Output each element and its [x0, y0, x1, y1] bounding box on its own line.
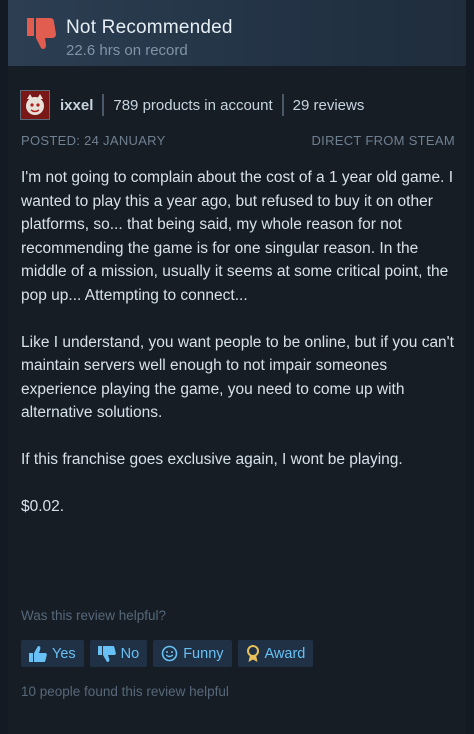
avatar[interactable] — [20, 90, 50, 120]
award-label: Award — [264, 645, 306, 662]
yes-label: Yes — [52, 645, 76, 662]
divider — [281, 94, 284, 116]
award-icon — [246, 644, 259, 662]
review-paragraph: Like I understand, you want people to be… — [21, 333, 454, 422]
review-body: I'm not going to complain about the cost… — [21, 166, 457, 542]
vote-buttons: Yes No Funny Award — [21, 640, 314, 667]
author-name[interactable]: ixxel — [60, 97, 93, 114]
helpful-question: Was this review helpful? — [21, 608, 167, 623]
products-count[interactable]: 789 products in account — [113, 97, 272, 114]
reviews-count[interactable]: 29 reviews — [293, 97, 365, 114]
review-source: DIRECT FROM STEAM — [311, 133, 455, 148]
vote-no-button[interactable]: No — [89, 640, 148, 667]
playtime: 22.6 hrs on record — [66, 42, 188, 59]
review-paragraph: If this franchise goes exclusive again, … — [21, 451, 403, 468]
smiley-icon — [161, 645, 178, 662]
author-row: ixxel 789 products in account 29 reviews — [20, 90, 364, 120]
thumbs-down-icon — [24, 14, 58, 54]
thumbs-up-icon — [29, 645, 47, 662]
recommendation-verdict: Not Recommended — [66, 17, 233, 38]
no-label: No — [120, 645, 140, 662]
review-paragraph: $0.02. — [21, 498, 65, 515]
thumbs-down-icon — [97, 645, 116, 662]
award-button[interactable]: Award — [237, 640, 314, 667]
review-paragraph: I'm not going to complain about the cost… — [21, 169, 454, 304]
review-header: Not Recommended 22.6 hrs on record — [8, 0, 466, 66]
vote-yes-button[interactable]: Yes — [21, 640, 84, 667]
helpful-count: 10 people found this review helpful — [21, 684, 229, 699]
posted-date: POSTED: 24 JANUARY — [21, 133, 166, 148]
divider — [102, 94, 105, 116]
funny-label: Funny — [183, 645, 224, 662]
vote-funny-button[interactable]: Funny — [153, 640, 232, 667]
